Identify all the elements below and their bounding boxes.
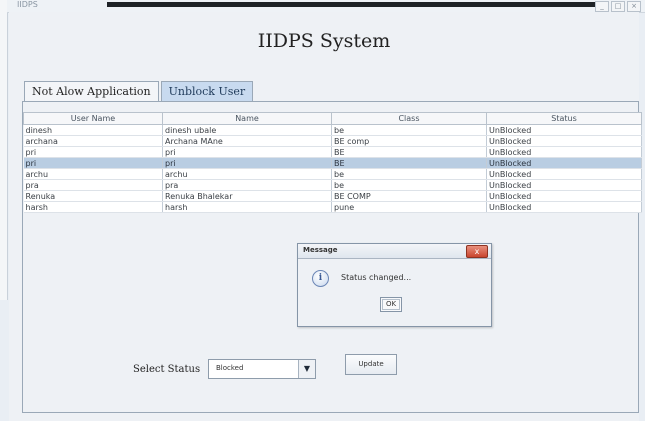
update-button[interactable]: Update bbox=[345, 354, 397, 375]
tab-bar: Not Alow Application Unblock User bbox=[24, 81, 255, 101]
column-header-name[interactable]: Name bbox=[162, 112, 332, 125]
cell-user-name: dinesh bbox=[23, 124, 163, 136]
table-row[interactable]: archana Archana MAne BE comp UnBlocked bbox=[23, 135, 642, 147]
cell-name: Renuka Bhalekar bbox=[162, 190, 332, 202]
cell-status: UnBlocked bbox=[486, 190, 642, 202]
cell-class: BE bbox=[331, 146, 487, 158]
cell-name: pra bbox=[162, 179, 332, 191]
status-dropdown-value: Blocked bbox=[216, 364, 244, 372]
cell-class: BE bbox=[331, 157, 487, 169]
dialog-close-button[interactable]: x bbox=[466, 245, 488, 258]
column-header-status[interactable]: Status bbox=[486, 112, 642, 125]
window-title: IIDPS bbox=[17, 0, 38, 9]
dialog-title: Message bbox=[303, 246, 338, 254]
table-row-selected[interactable]: pri pri BE UnBlocked bbox=[23, 157, 642, 169]
column-header-class[interactable]: Class bbox=[331, 112, 487, 125]
cell-class: pune bbox=[331, 201, 487, 213]
cell-class: be bbox=[331, 124, 487, 136]
cell-status: UnBlocked bbox=[486, 146, 642, 158]
chevron-down-icon[interactable]: ▼ bbox=[298, 360, 315, 378]
users-table: User Name Name Class Status dinesh dines… bbox=[23, 112, 642, 213]
table-row[interactable]: harsh harsh pune UnBlocked bbox=[23, 201, 642, 213]
cell-user-name: pra bbox=[23, 179, 163, 191]
cell-class: be bbox=[331, 179, 487, 191]
page-title: IIDPS System bbox=[257, 30, 391, 52]
cell-name: archu bbox=[162, 168, 332, 180]
cell-status: UnBlocked bbox=[486, 168, 642, 180]
window-left-edge bbox=[0, 0, 8, 300]
table-row[interactable]: pra pra be UnBlocked bbox=[23, 179, 642, 191]
column-header-user-name[interactable]: User Name bbox=[23, 112, 163, 125]
table-row[interactable]: pri pri BE UnBlocked bbox=[23, 146, 642, 158]
message-dialog: Message x i Status changed... OK bbox=[297, 243, 492, 327]
cell-name: pri bbox=[162, 146, 332, 158]
tab-not-allow-application[interactable]: Not Alow Application bbox=[24, 81, 159, 101]
cell-user-name: harsh bbox=[23, 201, 163, 213]
maximize-button[interactable]: □ bbox=[611, 1, 625, 12]
select-status-label: Select Status bbox=[133, 364, 201, 375]
ok-button-label: OK bbox=[382, 299, 400, 310]
cell-name: Archana MAne bbox=[162, 135, 332, 147]
cell-class: BE comp bbox=[331, 135, 487, 147]
ok-button[interactable]: OK bbox=[380, 297, 402, 312]
status-dropdown[interactable]: Blocked ▼ bbox=[208, 359, 316, 379]
minimize-button[interactable]: _ bbox=[595, 1, 609, 12]
info-icon: i bbox=[312, 270, 329, 287]
table-row[interactable]: archu archu be UnBlocked bbox=[23, 168, 642, 180]
cell-user-name: Renuka bbox=[23, 190, 163, 202]
tab-unblock-user[interactable]: Unblock User bbox=[160, 81, 254, 101]
cell-status: UnBlocked bbox=[486, 135, 642, 147]
cell-status: UnBlocked bbox=[486, 201, 642, 213]
title-bar-overlay bbox=[107, 2, 605, 7]
close-window-button[interactable]: × bbox=[627, 1, 641, 12]
table-row[interactable]: dinesh dinesh ubale be UnBlocked bbox=[23, 124, 642, 136]
cell-class: be bbox=[331, 168, 487, 180]
application-window: IIDPS _ □ × IIDPS System Not Alow Applic… bbox=[0, 0, 645, 421]
cell-status: UnBlocked bbox=[486, 157, 642, 169]
cell-name: pri bbox=[162, 157, 332, 169]
cell-name: dinesh ubale bbox=[162, 124, 332, 136]
cell-user-name: pri bbox=[23, 146, 163, 158]
dialog-title-bar[interactable]: Message x bbox=[298, 244, 491, 259]
cell-user-name: archana bbox=[23, 135, 163, 147]
main-content: IIDPS System Not Alow Application Unbloc… bbox=[9, 12, 642, 421]
cell-user-name: archu bbox=[23, 168, 163, 180]
table-row[interactable]: Renuka Renuka Bhalekar BE COMP UnBlocked bbox=[23, 190, 642, 202]
cell-status: UnBlocked bbox=[486, 179, 642, 191]
cell-class: BE COMP bbox=[331, 190, 487, 202]
table-header-row: User Name Name Class Status bbox=[23, 112, 642, 125]
cell-status: UnBlocked bbox=[486, 124, 642, 136]
window-controls: _ □ × bbox=[595, 1, 641, 12]
cell-user-name: pri bbox=[23, 157, 163, 169]
dialog-message: Status changed... bbox=[341, 273, 412, 282]
cell-name: harsh bbox=[162, 201, 332, 213]
